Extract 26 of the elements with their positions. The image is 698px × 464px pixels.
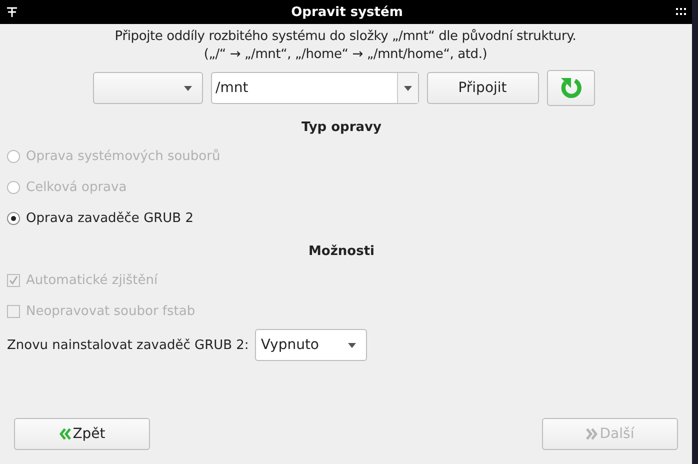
checkbox-label: Automatické zjištění xyxy=(26,272,158,288)
refresh-button[interactable] xyxy=(546,70,594,106)
refresh-icon xyxy=(558,76,582,100)
checkbox-label: Neopravovat soubor fstab xyxy=(26,304,196,318)
radio-button[interactable] xyxy=(7,212,20,224)
section-heading: Typ opravy xyxy=(300,120,382,135)
caret-icon xyxy=(404,86,412,90)
window-title: Opravit systém xyxy=(291,4,403,20)
section-heading: Možnosti xyxy=(307,244,376,259)
instruction-text: Připojte oddíly rozbitého systému do složky „/mnt“ dle původní struktury. xyxy=(114,28,576,46)
mount-point-combo[interactable]: /mnt xyxy=(210,72,418,104)
double-chevron-left-icon xyxy=(58,428,71,440)
double-chevron-right-icon xyxy=(586,428,598,440)
back-button[interactable]: Zpět xyxy=(14,418,150,450)
pin-icon[interactable] xyxy=(6,6,18,18)
reinstall-dropdown[interactable]: Vypnuto xyxy=(254,329,367,361)
partition-dropdown[interactable] xyxy=(92,72,202,104)
grid-icon[interactable] xyxy=(676,8,686,16)
caret-icon xyxy=(348,342,356,348)
radio-label: Oprava zavaděče GRUB 2 xyxy=(26,210,194,226)
instruction-text: („/“ → „/mnt“, „/home“ → „/mnt/home“, atd.) xyxy=(204,46,488,64)
radio-label: Celková oprava xyxy=(26,180,127,194)
mount-button[interactable]: Připojit xyxy=(426,72,538,104)
reinstall-label: Znovu nainstalovat zavaděč GRUB 2: xyxy=(7,338,249,352)
radio-label: Oprava systémových souborů xyxy=(26,148,220,164)
caret-icon xyxy=(184,86,192,90)
